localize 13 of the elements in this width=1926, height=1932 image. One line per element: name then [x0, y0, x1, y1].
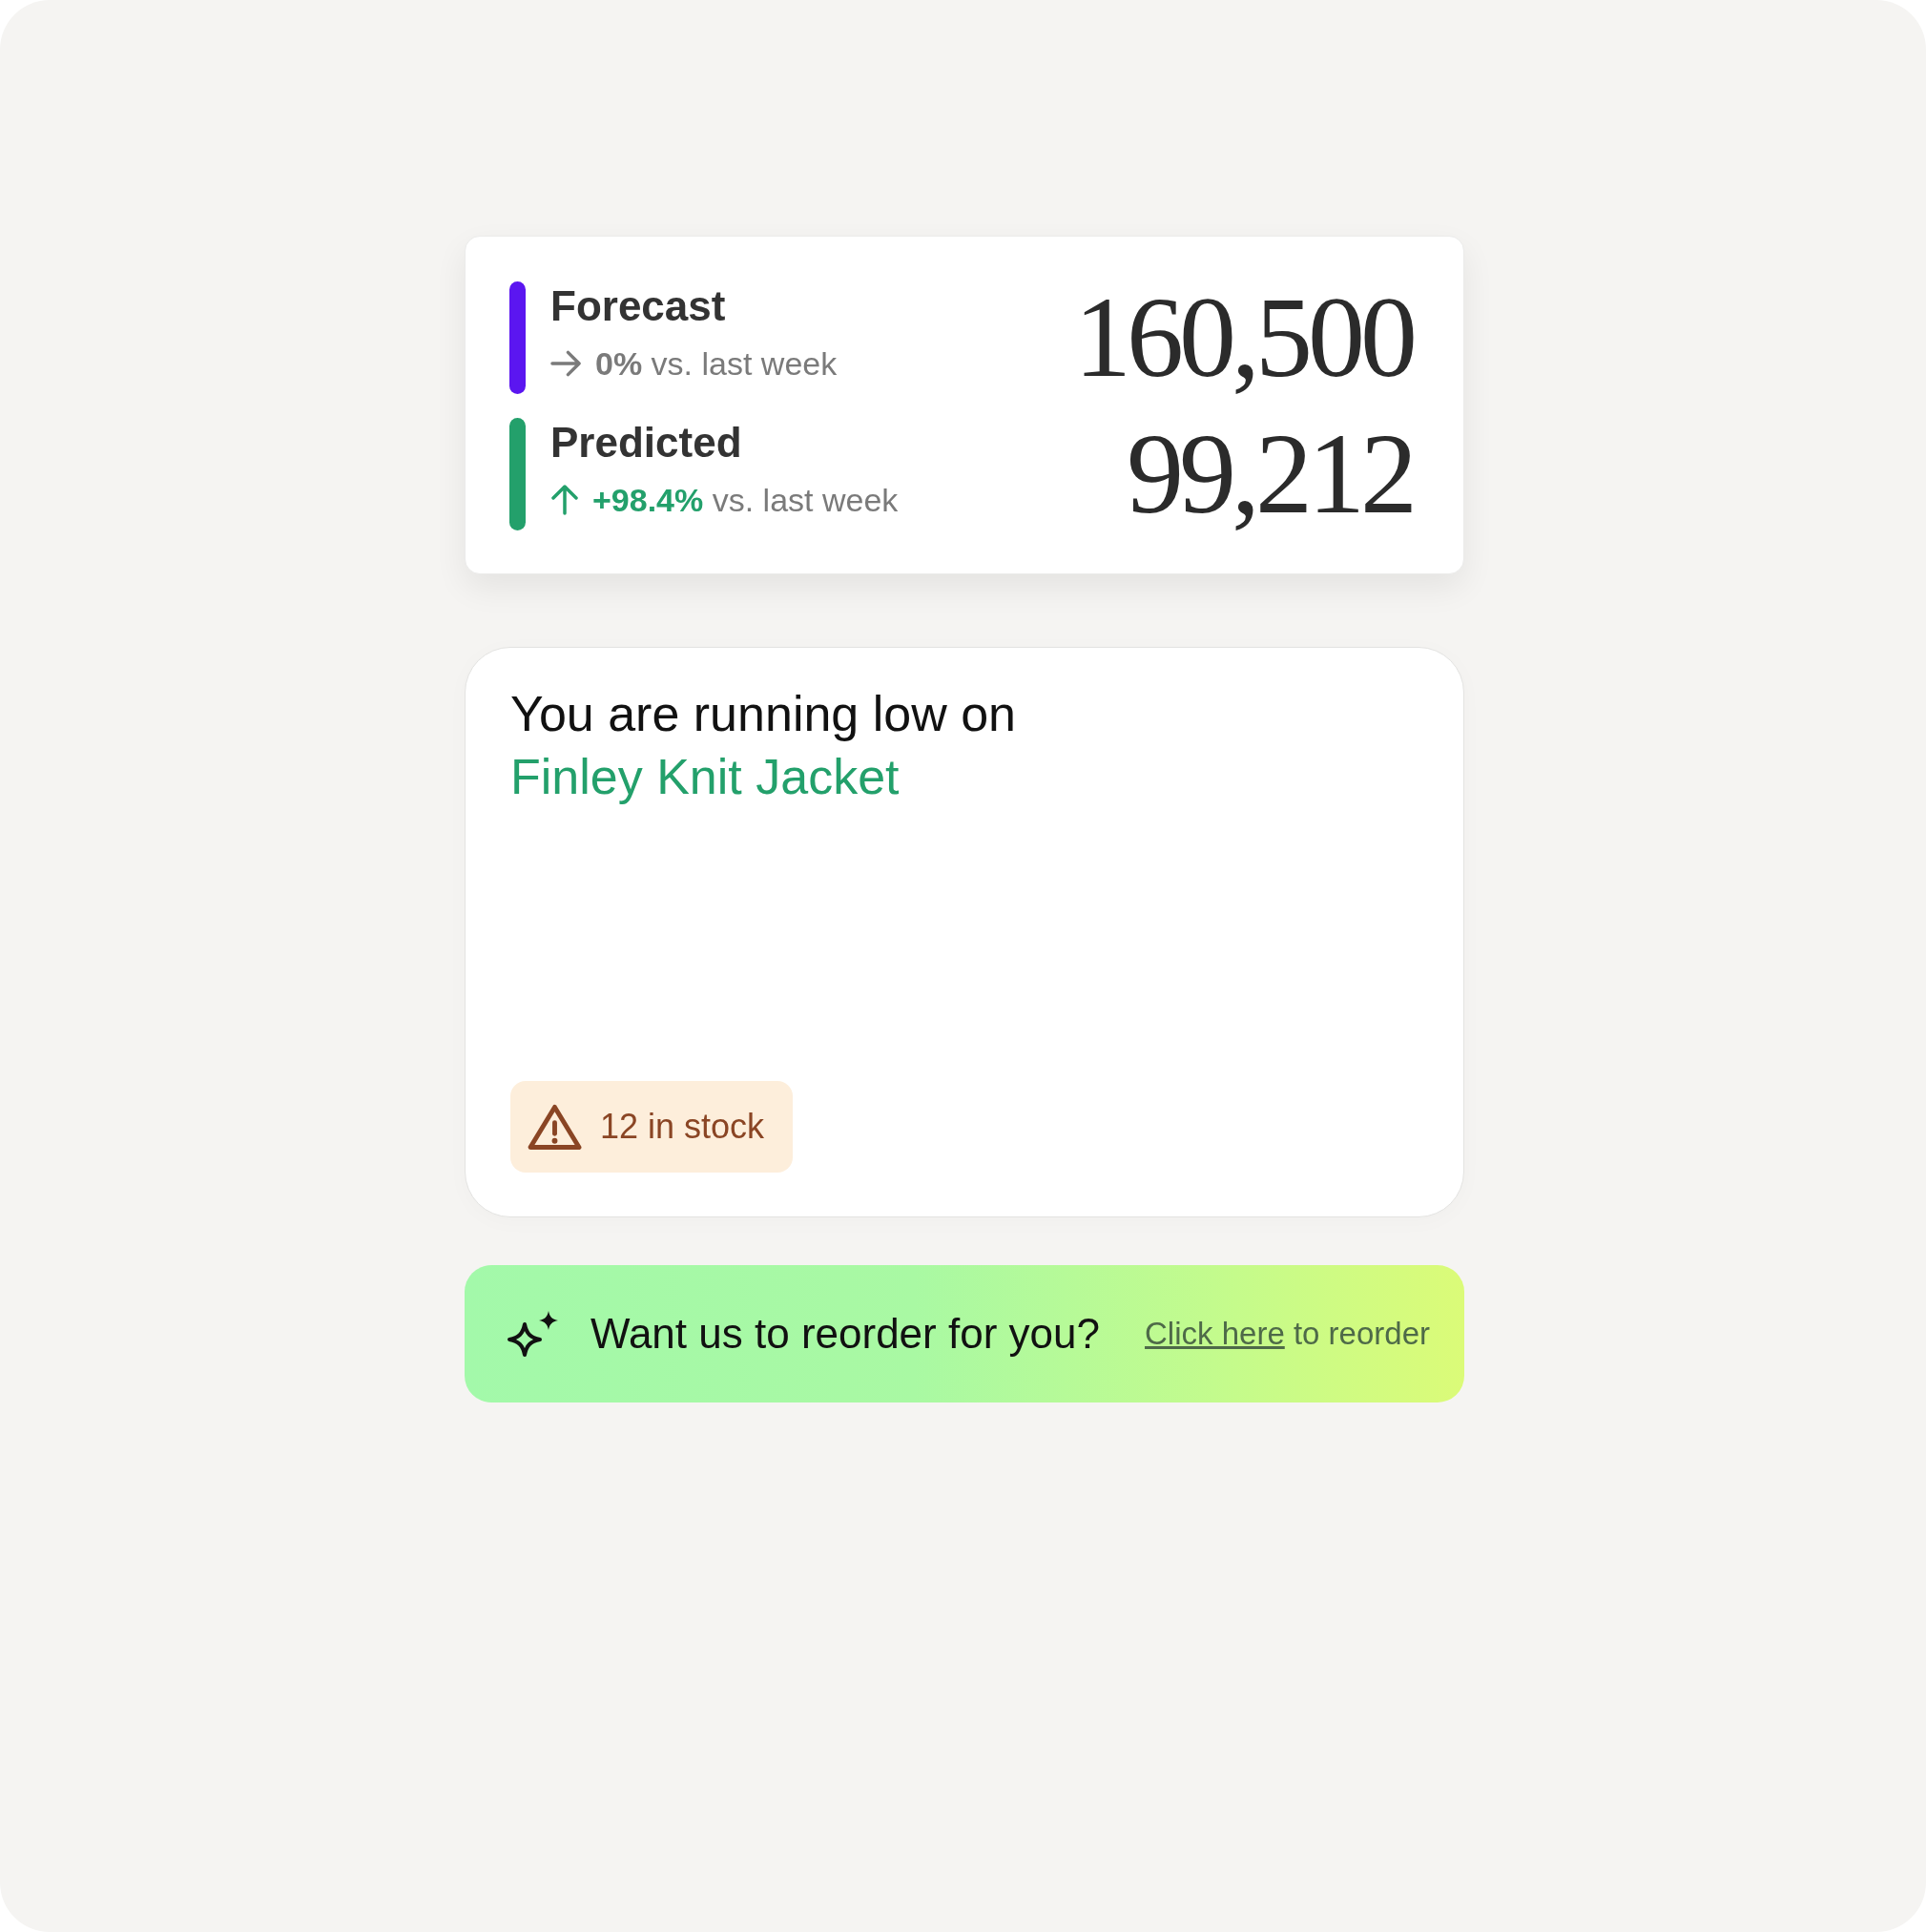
metric-label: Predicted	[550, 418, 742, 467]
trend-text: +98.4% vs. last week	[592, 481, 899, 520]
reorder-prompt: Want us to reorder for you?	[590, 1309, 1100, 1359]
warning-icon	[528, 1103, 582, 1151]
stock-count: 12 in stock	[600, 1106, 765, 1148]
trend-text: 0% vs. last week	[595, 344, 838, 384]
reorder-hint: Click here to reorder	[1145, 1315, 1430, 1353]
metric-label: Forecast	[550, 281, 726, 331]
metric-value: 99,212	[1127, 417, 1414, 531]
metric-value: 160,500	[1074, 280, 1415, 395]
reorder-link[interactable]: Click here	[1145, 1316, 1285, 1351]
product-name: Finley Knit Jacket	[510, 748, 900, 806]
alert-heading: You are running low on	[510, 685, 1017, 743]
